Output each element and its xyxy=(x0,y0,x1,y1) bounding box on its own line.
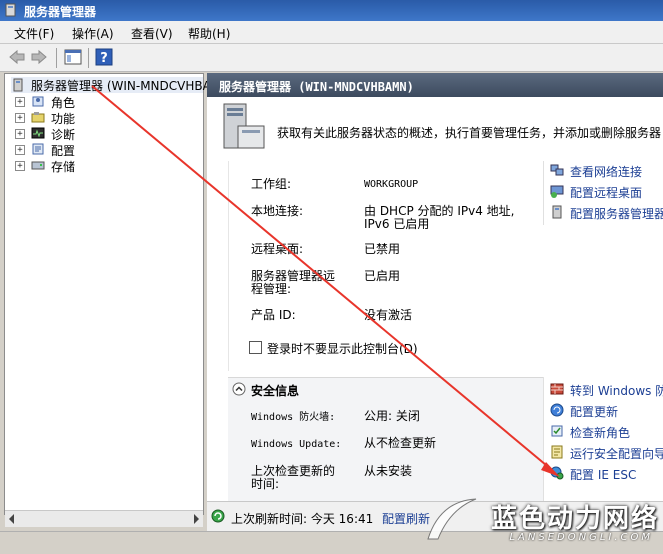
show-hide-tree-icon[interactable] xyxy=(64,48,82,66)
ie-esc-icon xyxy=(550,466,564,480)
network-icon xyxy=(550,164,564,176)
content-header-title: 服务器管理器 (WIN-MNDCVHBAMN) xyxy=(219,80,414,94)
remote-desktop-icon xyxy=(550,185,564,198)
tree-item-label: 诊断 xyxy=(51,128,76,142)
check-new-roles-link[interactable]: 检查新角色 xyxy=(570,424,630,441)
tree-item-label: 功能 xyxy=(51,112,76,126)
watermark-domain: LANSEDONGLI.COM xyxy=(509,532,653,543)
server-summary-icon xyxy=(223,103,265,149)
menu-bar: 文件(F) 操作(A) 查看(V) 帮助(H) xyxy=(0,21,663,44)
diagnostics-icon xyxy=(31,127,45,139)
last-check-label: 上次检查更新的时间: xyxy=(251,464,336,491)
go-to-firewall-link[interactable]: 转到 Windows 防 xyxy=(570,382,663,399)
update-icon xyxy=(550,403,564,417)
product-id-value: 没有激活 xyxy=(364,308,413,322)
configure-updates-link[interactable]: 配置更新 xyxy=(570,403,618,420)
tree-item-label: 角色 xyxy=(51,96,76,110)
tree-pane: 服务器管理器 (WIN-MNDCVHBAMN + 角色 + 功能 + 诊断 + … xyxy=(4,73,230,527)
title-bar: 服务器管理器 xyxy=(0,0,663,21)
roles-icon xyxy=(32,96,44,107)
summary-text: 获取有关此服务器状态的概述，执行首要管理任务，并添加或删除服务器 xyxy=(277,126,662,140)
collapse-section-icon[interactable] xyxy=(232,382,246,396)
toolbar: ? xyxy=(0,44,663,72)
content-header: 服务器管理器 (WIN-MNDCVHBAMN) xyxy=(207,73,663,97)
features-icon xyxy=(31,112,45,123)
menu-help[interactable]: 帮助(H) xyxy=(188,25,230,42)
configure-remote-desktop-link[interactable]: 配置远程桌面 xyxy=(570,184,642,201)
toolbar-divider xyxy=(56,48,57,68)
expand-icon[interactable]: + xyxy=(15,161,25,171)
watermark-brand: 蓝色动力网络 xyxy=(490,504,659,534)
configure-server-manager-link[interactable]: 配置服务器管理器 xyxy=(570,205,663,222)
forward-arrow-icon[interactable] xyxy=(30,48,48,66)
expand-icon[interactable]: + xyxy=(15,129,25,139)
watermark-logo xyxy=(427,498,477,540)
tree-root-label: 服务器管理器 (WIN-MNDCVHBAMN xyxy=(31,79,231,93)
server-manager-icon xyxy=(552,205,562,219)
show-at-logon-checkbox[interactable] xyxy=(249,341,262,354)
remote-management-value: 已启用 xyxy=(364,269,401,283)
menu-file[interactable]: 文件(F) xyxy=(14,25,54,42)
server-manager-icon xyxy=(5,3,16,17)
tree-root[interactable]: 服务器管理器 (WIN-MNDCVHBAMN xyxy=(11,77,230,93)
check-roles-icon xyxy=(551,425,563,437)
menu-action[interactable]: 操作(A) xyxy=(72,25,114,42)
expand-icon[interactable]: + xyxy=(15,97,25,107)
scroll-right-icon[interactable] xyxy=(194,514,199,524)
workgroup-label: 工作组: xyxy=(251,177,292,191)
last-check-value: 从未安装 xyxy=(364,464,413,478)
storage-icon xyxy=(31,161,45,170)
firewall-icon xyxy=(550,383,564,395)
firewall-value: 公用: 关闭 xyxy=(364,409,420,423)
show-at-logon-label: 登录时不要显示此控制台(D) xyxy=(267,342,418,356)
tree-item-label: 配置 xyxy=(51,144,76,158)
help-icon[interactable]: ? xyxy=(95,48,113,66)
scroll-left-icon[interactable] xyxy=(9,514,14,524)
configure-ie-esc-link[interactable]: 配置 IE ESC xyxy=(570,466,636,483)
refresh-icon xyxy=(211,509,225,523)
tree-item-label: 存储 xyxy=(51,160,76,174)
back-arrow-icon[interactable] xyxy=(8,48,26,66)
last-refresh-text: 上次刷新时间: 今天 16:41 xyxy=(231,512,374,526)
remote-desktop-value: 已禁用 xyxy=(364,242,401,256)
local-connection-value: 由 DHCP 分配的 IPv4 地址, IPv6 已启用 xyxy=(364,204,515,231)
configuration-icon xyxy=(32,143,44,155)
firewall-label: Windows 防火墙: xyxy=(251,412,336,423)
view-network-link[interactable]: 查看网络连接 xyxy=(570,163,642,180)
expand-icon[interactable]: + xyxy=(15,113,25,123)
security-wizard-icon xyxy=(551,445,563,459)
toolbar-divider xyxy=(88,48,89,68)
window-title: 服务器管理器 xyxy=(24,5,97,19)
svg-text:?: ? xyxy=(100,51,108,66)
windows-update-value: 从不检查更新 xyxy=(364,436,437,450)
windows-update-label: Windows Update: xyxy=(251,439,342,450)
remote-management-label: 服务器管理器远程管理: xyxy=(251,269,336,296)
remote-desktop-label: 远程桌面: xyxy=(251,242,304,256)
server-icon xyxy=(13,78,23,92)
local-connection-label: 本地连接: xyxy=(251,204,304,218)
product-id-label: 产品 ID: xyxy=(251,308,296,322)
security-section-title: 安全信息 xyxy=(251,384,300,398)
expand-icon[interactable]: + xyxy=(15,145,25,155)
workgroup-value: WORKGROUP xyxy=(364,179,419,190)
menu-view[interactable]: 查看(V) xyxy=(131,25,173,42)
tree-horizontal-scrollbar[interactable] xyxy=(5,510,203,527)
run-security-wizard-link[interactable]: 运行安全配置向导 xyxy=(570,445,663,462)
